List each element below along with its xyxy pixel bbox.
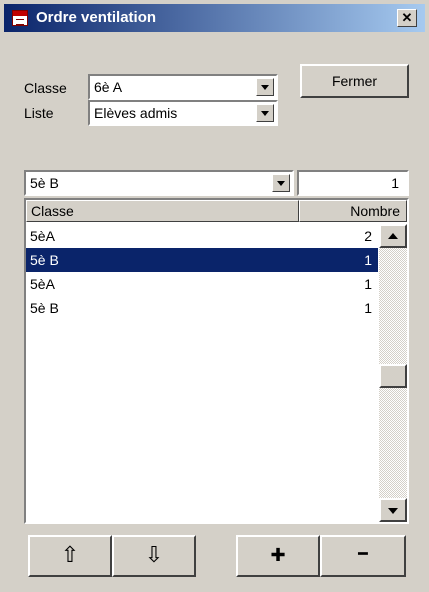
- column-header-nombre[interactable]: Nombre: [299, 200, 407, 222]
- arrow-up-icon: ⇧: [60, 542, 80, 567]
- classe-select[interactable]: 6è A: [88, 74, 278, 100]
- number-field-value: 1: [391, 175, 399, 191]
- liste-select[interactable]: Elèves admis: [88, 100, 278, 126]
- chevron-down-icon[interactable]: [256, 78, 274, 96]
- class-filter-select[interactable]: 5è B: [24, 170, 294, 196]
- cell-nombre: 2: [364, 228, 372, 244]
- cell-classe: 5è B: [30, 252, 59, 268]
- number-field[interactable]: 1: [297, 170, 409, 196]
- cell-nombre: 1: [364, 300, 372, 316]
- title-bar[interactable]: Ordre ventilation ✕: [4, 4, 425, 32]
- remove-button[interactable]: ━: [320, 535, 406, 577]
- cell-classe: 5èA: [30, 228, 55, 244]
- move-down-button[interactable]: ⇩: [112, 535, 196, 577]
- ventilation-table[interactable]: Classe Nombre 5èA 2 5è B 1 5èA 1 5è B 1: [24, 198, 409, 524]
- arrow-down-icon: ⇩: [144, 542, 164, 567]
- cell-classe: 5è B: [30, 300, 59, 316]
- column-header-classe[interactable]: Classe: [26, 200, 299, 222]
- calendar-icon: [12, 10, 28, 26]
- minus-icon: ━: [358, 546, 368, 563]
- table-row[interactable]: 5è B 1: [26, 296, 378, 320]
- chevron-down-icon[interactable]: [272, 174, 290, 192]
- chevron-down-icon[interactable]: [256, 104, 274, 122]
- scroll-down-icon[interactable]: [379, 498, 407, 522]
- classe-label: Classe: [24, 80, 67, 96]
- vertical-scrollbar[interactable]: [379, 224, 407, 522]
- scroll-thumb[interactable]: [379, 364, 407, 388]
- fermer-button[interactable]: Fermer: [300, 64, 409, 98]
- table-row[interactable]: 5èA 1: [26, 272, 378, 296]
- liste-select-value: Elèves admis: [94, 105, 178, 121]
- ordre-ventilation-window: Ordre ventilation ✕ Classe 6è A Liste El…: [0, 0, 429, 592]
- cell-nombre: 1: [364, 252, 372, 268]
- classe-select-value: 6è A: [94, 79, 123, 95]
- add-button[interactable]: ✚: [236, 535, 320, 577]
- cell-classe: 5èA: [30, 276, 55, 292]
- window-title: Ordre ventilation: [36, 9, 157, 26]
- cell-nombre: 1: [364, 276, 372, 292]
- table-row-selected[interactable]: 5è B 1: [26, 248, 378, 272]
- plus-icon: ✚: [270, 545, 286, 565]
- table-row[interactable]: 5èA 2: [26, 224, 378, 248]
- scroll-up-icon[interactable]: [379, 224, 407, 248]
- liste-label: Liste: [24, 105, 54, 121]
- class-filter-value: 5è B: [30, 175, 59, 191]
- close-button[interactable]: ✕: [397, 9, 417, 27]
- move-up-button[interactable]: ⇧: [28, 535, 112, 577]
